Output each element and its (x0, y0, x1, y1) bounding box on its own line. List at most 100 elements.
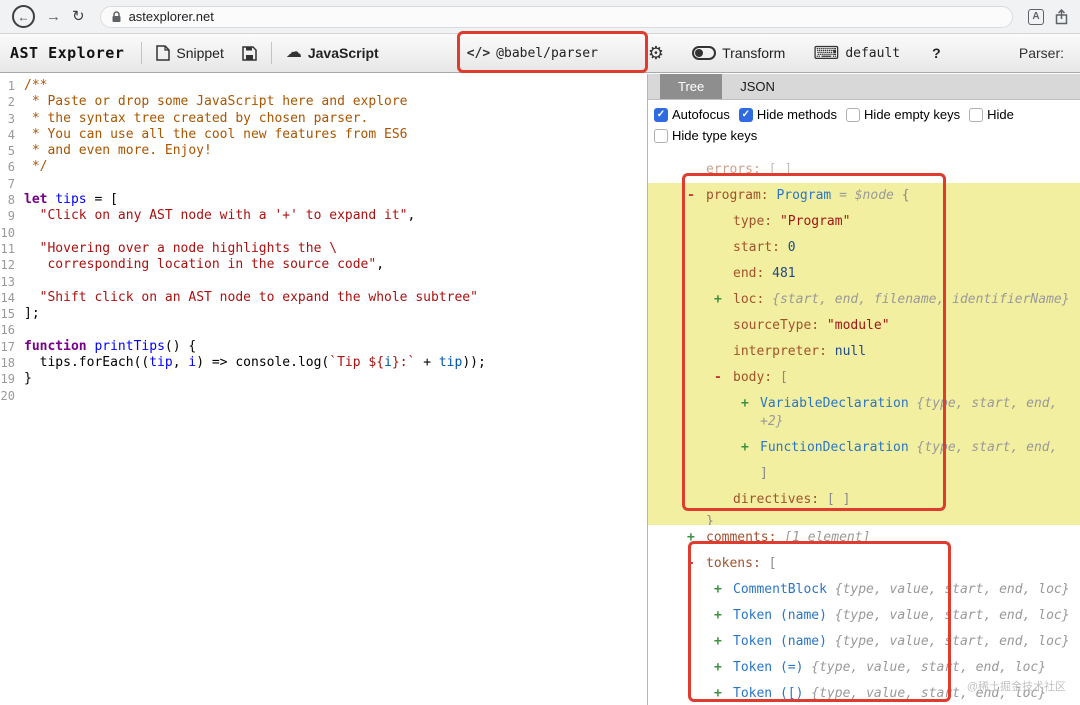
tree-node[interactable]: type: "Program" (648, 209, 1080, 235)
transform-toggle-button[interactable]: Transform (683, 34, 794, 72)
ast-panel: TreeJSON ✓Autofocus✓Hide methodsHide emp… (648, 74, 1080, 705)
forward-button[interactable]: → (46, 9, 61, 24)
expand-toggle[interactable]: + (714, 607, 733, 625)
line-number: 6 (0, 159, 24, 175)
tree-token: Token (=) (733, 660, 803, 675)
line-number: 19 (0, 371, 24, 387)
code-token: `Tip ${ (329, 355, 384, 370)
tree-token: comments: (706, 530, 776, 545)
save-icon (242, 46, 257, 61)
expand-toggle[interactable]: + (714, 633, 733, 651)
option-label: Hide empty keys (864, 107, 960, 123)
tree-node[interactable]: +loc: {start, end, filename, identifierN… (648, 287, 1080, 313)
tree-node[interactable]: -tokens: [ (648, 551, 1080, 577)
toggle-icon (692, 46, 716, 60)
expand-toggle[interactable]: + (741, 439, 760, 457)
language-button[interactable]: ☁ JavaScript (277, 34, 388, 72)
tree-node[interactable]: +comments: [1 element] (648, 525, 1080, 551)
snippet-button[interactable]: Snippet (147, 34, 232, 72)
tree-node[interactable]: end: 481 (648, 261, 1080, 287)
tab-json[interactable]: JSON (722, 74, 793, 99)
share-icon[interactable] (1055, 9, 1068, 25)
tree-token: {type, value, start, end, loc} (811, 660, 1046, 675)
collapse-toggle[interactable]: - (714, 369, 733, 387)
refresh-button[interactable]: ↻ (72, 9, 85, 24)
keymap-label: default (845, 46, 900, 61)
tree-node[interactable]: +VariableDeclaration {type, start, end, … (648, 391, 1080, 435)
line-number: 18 (0, 355, 24, 371)
translate-icon[interactable]: A (1028, 9, 1044, 25)
expand-toggle[interactable]: + (714, 581, 733, 599)
tree-node[interactable]: -body: [ (648, 365, 1080, 391)
expand-toggle[interactable]: + (741, 395, 760, 413)
tree-token: loc: (733, 292, 764, 307)
tree-node[interactable]: +CommentBlock {type, value, start, end, … (648, 577, 1080, 603)
tab-tree[interactable]: Tree (660, 74, 722, 99)
code-line: 15]; (0, 306, 647, 322)
option-hide[interactable]: Hide (969, 107, 1014, 123)
option-hide-methods[interactable]: ✓ Hide methods (739, 107, 837, 123)
address-bar[interactable]: astexplorer.net (100, 6, 1013, 28)
collapse-toggle[interactable]: - (687, 555, 706, 573)
help-button[interactable]: ? (923, 34, 950, 72)
tree-view[interactable]: errors: [ ]-program: Program = $node {ty… (648, 152, 1080, 705)
checkbox[interactable]: ✓ (739, 108, 753, 122)
tree-node[interactable]: +Token (name) {type, value, start, end, … (648, 629, 1080, 655)
checkbox[interactable] (846, 108, 860, 122)
tree-node[interactable]: ] (648, 461, 1080, 487)
tree-node[interactable]: +Token (name) {type, value, start, end, … (648, 603, 1080, 629)
expand-toggle[interactable]: + (714, 291, 733, 309)
tree-token: } (706, 514, 714, 525)
code-editor[interactable]: 1/**2 * Paste or drop some JavaScript he… (0, 74, 648, 705)
tree-token: Token ([) (733, 686, 803, 701)
back-button[interactable]: ← (12, 5, 35, 28)
tree-node[interactable]: interpreter: null (648, 339, 1080, 365)
parser-label: @babel/parser (496, 46, 598, 61)
tree-token: type: (733, 214, 772, 229)
code-line: 18 tips.forEach((tip, i) => console.log(… (0, 355, 647, 371)
tree-token: null (835, 344, 866, 359)
collapse-toggle[interactable]: - (687, 187, 706, 205)
tree-node[interactable]: sourceType: "module" (648, 313, 1080, 339)
tree-token: = $node (831, 188, 901, 203)
tree-token: start: (733, 240, 780, 255)
tree-token: Token (name) (733, 608, 827, 623)
tree-node[interactable]: +FunctionDeclaration {type, start, end, (648, 435, 1080, 461)
option-autofocus[interactable]: ✓Autofocus (654, 107, 730, 123)
checkbox[interactable] (969, 108, 983, 122)
option-row: ✓Autofocus✓Hide methodsHide empty keysHi… (654, 107, 1080, 123)
code-line: 13 (0, 274, 647, 290)
tree-token: {start, end, filename, identifierName} (772, 292, 1069, 307)
snippet-label: Snippet (176, 45, 223, 61)
tree-token: Token (name) (733, 634, 827, 649)
code-text (24, 225, 32, 241)
tree-node[interactable]: directives: [ ] (648, 487, 1080, 513)
parser-button[interactable]: </> @babel/parser (458, 34, 607, 72)
option-label: Hide methods (757, 107, 837, 123)
line-number: 12 (0, 257, 24, 273)
option-hide-empty-keys[interactable]: Hide empty keys (846, 107, 960, 123)
option-hide-type-keys[interactable]: Hide type keys (654, 128, 757, 144)
lock-icon (111, 10, 122, 23)
expand-toggle[interactable]: + (714, 685, 733, 703)
code-line: 4 * You can use all the cool new feature… (0, 127, 647, 143)
expand-toggle[interactable]: + (687, 529, 706, 547)
line-number: 11 (0, 241, 24, 257)
tree-token (780, 240, 788, 255)
code-text: } (24, 371, 32, 387)
parser-settings-button[interactable]: ⚙ (639, 34, 673, 72)
line-number: 15 (0, 306, 24, 322)
tree-node[interactable]: start: 0 (648, 235, 1080, 261)
code-token: printTips (94, 339, 164, 354)
save-button[interactable] (233, 34, 266, 72)
line-number: 14 (0, 290, 24, 306)
expand-toggle[interactable]: + (714, 659, 733, 677)
keymap-button[interactable]: ⌨ default (804, 34, 909, 72)
option-row: Hide type keys (654, 128, 1080, 144)
checkbox[interactable] (654, 129, 668, 143)
tree-node[interactable]: errors: [ ] (648, 157, 1080, 183)
code-line: 2 * Paste or drop some JavaScript here a… (0, 94, 647, 110)
tree-node[interactable]: -program: Program = $node { (648, 183, 1080, 209)
checkbox[interactable]: ✓ (654, 108, 668, 122)
tree-node[interactable]: } (648, 513, 1080, 525)
